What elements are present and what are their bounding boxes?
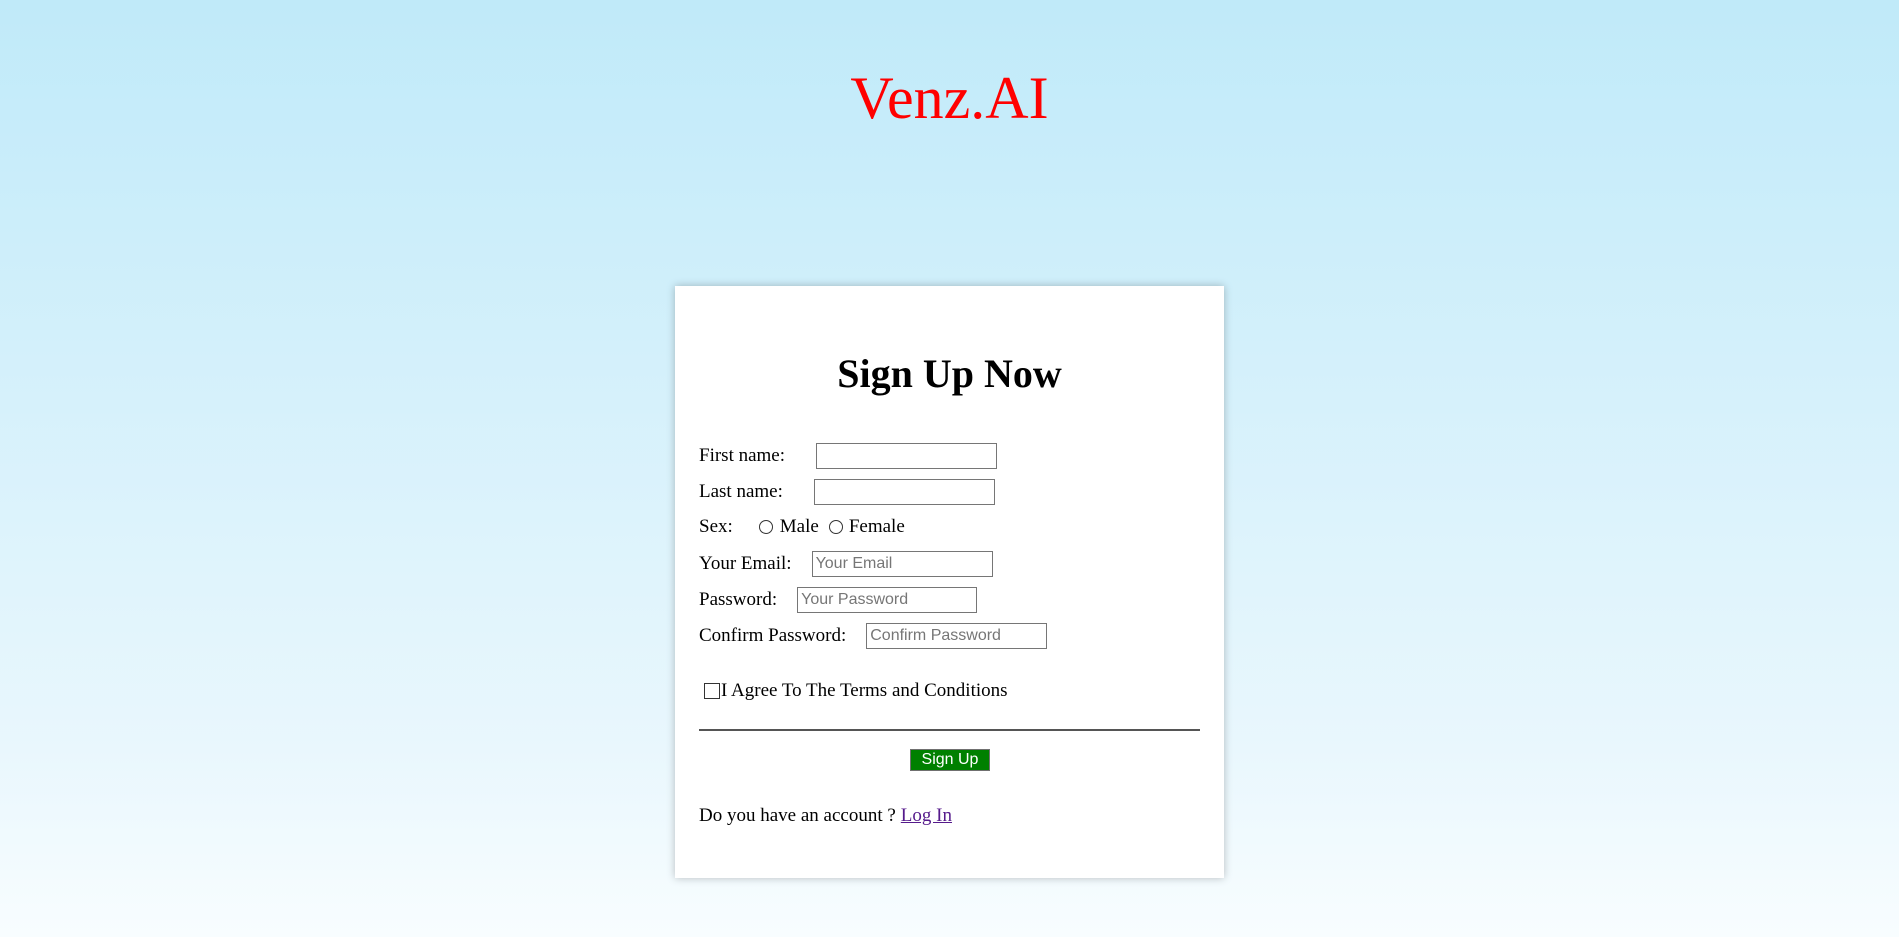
- page-title: Sign Up Now: [837, 351, 1062, 396]
- sign-up-button[interactable]: Sign Up: [910, 749, 990, 771]
- female-option-label: Female: [848, 516, 905, 537]
- email-label: Your Email:: [699, 553, 792, 574]
- divider: [699, 729, 1200, 731]
- terms-row: I Agree To The Terms and Conditions: [704, 679, 1008, 703]
- terms-label: I Agree To The Terms and Conditions: [721, 680, 1008, 701]
- password-label: Password:: [699, 589, 778, 610]
- last-name-label: Last name:: [699, 481, 783, 502]
- account-prompt: Do you have an account ?: [699, 805, 896, 826]
- last-name-row: Last name:: [699, 479, 995, 505]
- password-row: Password:: [699, 587, 978, 613]
- female-radio[interactable]: [828, 520, 843, 534]
- email-row: Your Email:: [699, 551, 993, 577]
- brand-logo-text: Venz.AI: [850, 65, 1049, 131]
- login-link[interactable]: Log In: [901, 804, 952, 828]
- confirm-password-label: Confirm Password:: [699, 625, 847, 646]
- first-name-input[interactable]: [816, 443, 998, 469]
- terms-checkbox[interactable]: [704, 683, 720, 699]
- confirm-password-input[interactable]: [866, 623, 1048, 649]
- sex-label: Sex:: [699, 516, 733, 537]
- male-radio[interactable]: [758, 520, 773, 534]
- last-name-input[interactable]: [813, 479, 995, 505]
- sex-row: Sex: Male Female: [699, 515, 905, 539]
- first-name-label: First name:: [699, 445, 786, 466]
- first-name-row: First name:: [699, 443, 998, 469]
- confirm-password-row: Confirm Password:: [699, 623, 1048, 649]
- email-input[interactable]: [811, 551, 993, 577]
- login-prompt-row: Do you have an account ? Log In: [699, 804, 952, 828]
- password-input[interactable]: [797, 587, 978, 613]
- male-option-label: Male: [779, 516, 819, 537]
